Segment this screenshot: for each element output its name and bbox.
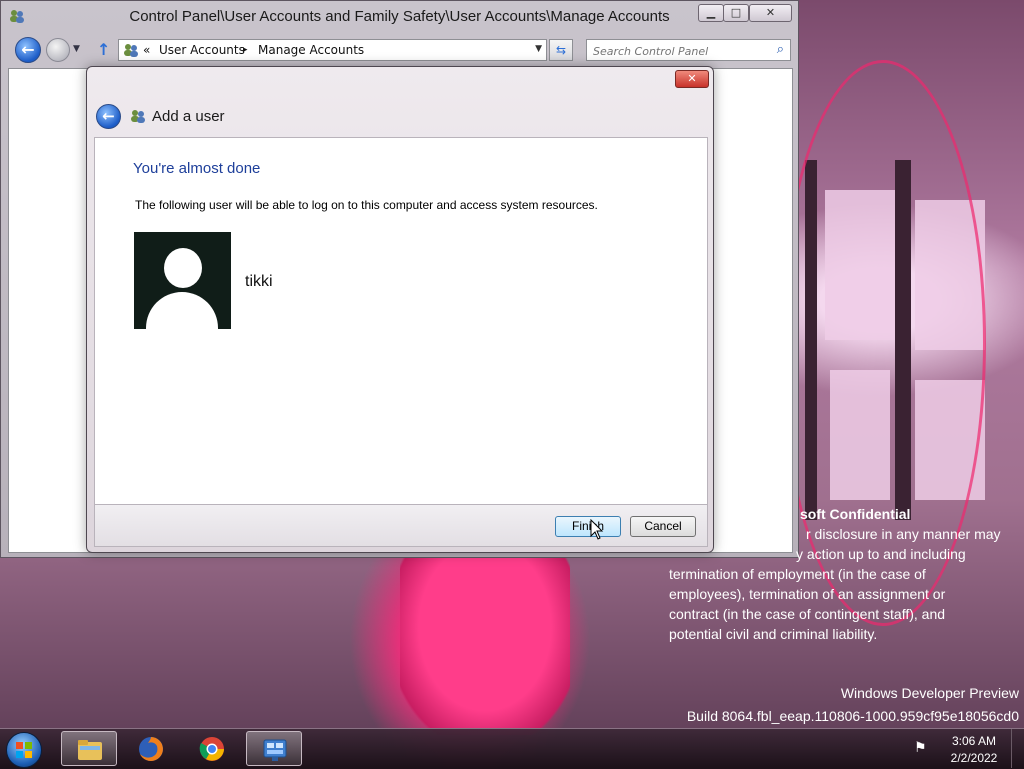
address-dropdown[interactable]: ▼ bbox=[535, 44, 542, 54]
windows-logo-icon bbox=[16, 742, 32, 758]
network-icon[interactable]: ⚑ bbox=[914, 740, 927, 756]
maximize-button[interactable]: □ bbox=[723, 4, 749, 22]
avatar-body-icon bbox=[146, 292, 218, 329]
address-bar[interactable]: « User Accounts ▸ Manage Accounts ▼ bbox=[118, 39, 547, 61]
search-icon[interactable]: ⌕ bbox=[777, 42, 784, 57]
confidential-line: termination of employment (in the case o… bbox=[669, 566, 926, 582]
show-desktop-button[interactable] bbox=[1011, 729, 1024, 768]
dialog-back-button[interactable]: ← bbox=[96, 104, 121, 129]
taskbar-windows-explorer[interactable] bbox=[61, 731, 117, 766]
avatar-head-icon bbox=[164, 248, 202, 288]
control-panel-icon bbox=[263, 739, 287, 761]
confidential-line: r disclosure in any manner may bbox=[806, 526, 1001, 542]
minimize-button[interactable]: ▁ bbox=[698, 4, 724, 22]
clock-date: 2/2/2022 bbox=[950, 751, 998, 765]
dialog-footer: Finish Cancel bbox=[94, 505, 708, 547]
confidential-line: potential civil and criminal liability. bbox=[669, 626, 878, 642]
dialog-title: You're almost done bbox=[133, 160, 261, 177]
wallpaper-figure bbox=[400, 555, 570, 735]
user-avatar bbox=[134, 232, 231, 329]
taskbar-chrome[interactable] bbox=[184, 731, 240, 766]
title-bar[interactable]: Control Panel\User Accounts and Family S… bbox=[1, 1, 798, 33]
confidential-line: employees), termination of an assignment… bbox=[669, 586, 946, 602]
breadcrumb-separator[interactable]: ▸ bbox=[243, 45, 248, 55]
close-button[interactable]: ✕ bbox=[749, 4, 792, 22]
chrome-icon bbox=[199, 737, 224, 761]
dialog-description: The following user will be able to log o… bbox=[135, 198, 598, 212]
firefox-icon bbox=[139, 737, 163, 761]
refresh-icon: ⇆ bbox=[555, 43, 567, 57]
arrow-left-icon: ← bbox=[21, 40, 35, 59]
search-input[interactable] bbox=[591, 42, 765, 60]
user-accounts-icon bbox=[124, 44, 138, 57]
confidential-title: soft Confidential bbox=[800, 506, 911, 522]
dialog-body: You're almost done The following user wi… bbox=[94, 137, 708, 505]
taskbar-control-panel[interactable] bbox=[246, 731, 302, 766]
build-number-label: Build 8064.fbl_eeap.110806-1000.959cf95e… bbox=[686, 708, 1019, 724]
up-level-button[interactable]: ↑ bbox=[97, 40, 110, 59]
folder-icon bbox=[78, 740, 102, 760]
os-version-label: Windows Developer Preview bbox=[840, 685, 1019, 701]
clock-time: 3:06 AM bbox=[951, 734, 997, 748]
user-accounts-icon bbox=[131, 110, 145, 123]
system-clock[interactable]: 3:06 AM 2/2/2022 bbox=[948, 733, 1000, 767]
start-button[interactable] bbox=[6, 732, 42, 768]
confidential-notice: soft Confidential r disclosure in any ma… bbox=[669, 504, 1019, 644]
dialog-heading: Add a user bbox=[152, 108, 225, 125]
taskbar-firefox[interactable] bbox=[123, 731, 179, 766]
username-label: tikki bbox=[245, 273, 273, 290]
arrow-left-icon: ← bbox=[102, 107, 115, 125]
recent-pages-dropdown[interactable]: ▼ bbox=[73, 44, 80, 54]
taskbar bbox=[0, 728, 1024, 769]
breadcrumb-user-accounts[interactable]: User Accounts bbox=[159, 43, 245, 57]
confidential-line: contract (in the case of contingent staf… bbox=[669, 606, 946, 622]
search-box[interactable]: ⌕ bbox=[586, 39, 791, 61]
refresh-button[interactable]: ⇆ bbox=[549, 39, 573, 61]
arrow-up-icon: ↑ bbox=[97, 40, 111, 59]
breadcrumb-manage-accounts[interactable]: Manage Accounts bbox=[258, 43, 364, 57]
finish-button[interactable]: Finish bbox=[555, 516, 621, 537]
forward-button[interactable] bbox=[46, 38, 70, 62]
back-button[interactable]: ← bbox=[15, 37, 41, 63]
window-title: Control Panel\User Accounts and Family S… bbox=[129, 8, 670, 25]
dialog-close-button[interactable]: ✕ bbox=[675, 70, 709, 88]
confidential-line: y action up to and including bbox=[796, 546, 966, 562]
add-user-dialog: ✕ ← Add a user You're almost done The fo… bbox=[86, 66, 714, 553]
breadcrumb-chevron[interactable]: « bbox=[143, 43, 150, 57]
